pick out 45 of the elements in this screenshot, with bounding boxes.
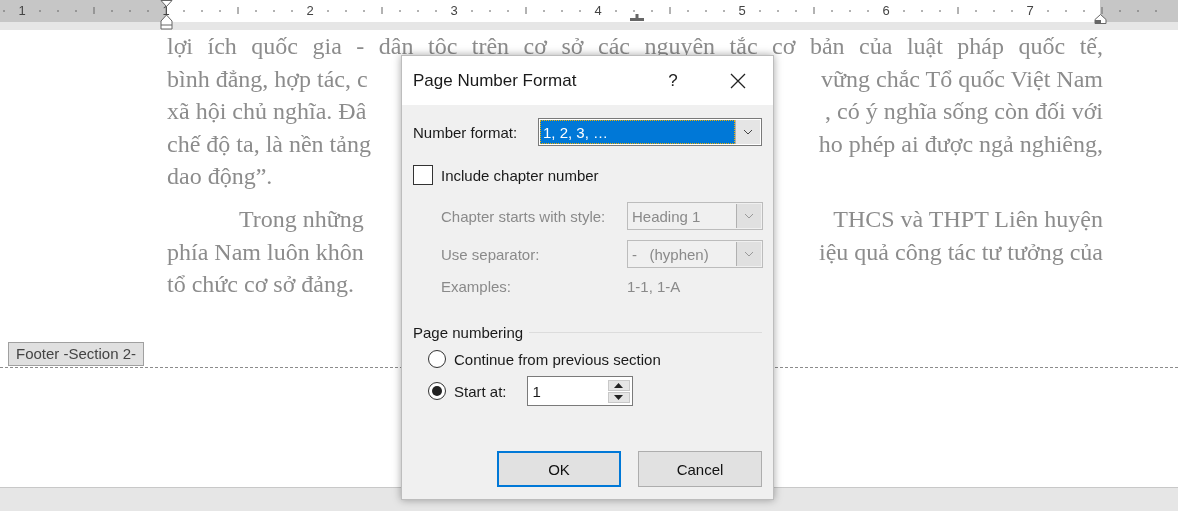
dialog-title: Page Number Format [413,70,578,91]
radio-button[interactable] [428,382,446,400]
document-text: xã hội chủ nghĩa. Đâ [167,97,367,127]
right-indent-icon[interactable] [1094,14,1107,24]
document-text: THCS và THPT Liên huyện [833,204,1103,234]
dialog-button[interactable]: Cancel [638,451,762,487]
radio-button[interactable] [428,350,446,368]
document-text: iệu quả công tác tư tưởng của [819,237,1103,267]
chevron-down-icon [744,251,754,257]
ruler-number: 1 [161,3,171,18]
dropdown[interactable]: 1, 2, 3, … [538,118,762,146]
document-text: vững chắc Tổ quốc Việt Nam [821,64,1103,94]
document-text: bình đẳng, hợp tác, c [167,64,368,94]
document-text: Trong những [239,204,364,234]
checkbox-label[interactable]: Include chapter number [441,166,599,184]
document-text: tổ chức cơ sở đảng. [167,270,354,300]
document-text: dao động”. [167,162,273,192]
help-button[interactable]: ? [658,70,688,91]
field-label: Use separator: [441,245,541,263]
document-text: , có ý nghĩa sống còn đối với [825,97,1103,127]
chevron-down-icon [744,213,754,219]
tab-stop-icon[interactable] [630,14,644,22]
document-text: chế độ ta, là nền tảng [167,129,371,159]
ruler-number: 3 [449,3,459,18]
footer-tag: Footer -Section 2- [8,341,145,366]
ruler-number: 5 [737,3,747,18]
example-text: 1-1, 1-A [627,278,682,297]
checkbox[interactable] [413,165,433,185]
ruler-number: 7 [1025,3,1035,18]
ruler-number: 2 [305,3,315,18]
indent-marker-icon[interactable] [160,0,173,30]
chevron-down-icon [743,129,753,135]
ruler-number: 4 [593,3,603,18]
field-label[interactable]: Number format: [413,123,538,141]
number-spinner[interactable]: 1 [526,376,633,406]
ruler-number: 6 [881,3,891,18]
radio-label[interactable]: Start at: [454,382,507,400]
ruler-number: 1 [17,3,27,18]
radio-label[interactable]: Continue from previous section [454,350,661,368]
field-label: Chapter starts with style: [441,207,607,225]
document-text: phía Nam luôn khôn [167,237,364,267]
document-text: ho phép ai được ngả nghiêng, [818,129,1103,159]
dialog-button[interactable]: OK [497,451,621,487]
field-label: Examples: [441,278,513,297]
group-heading: Page numbering [413,324,524,341]
